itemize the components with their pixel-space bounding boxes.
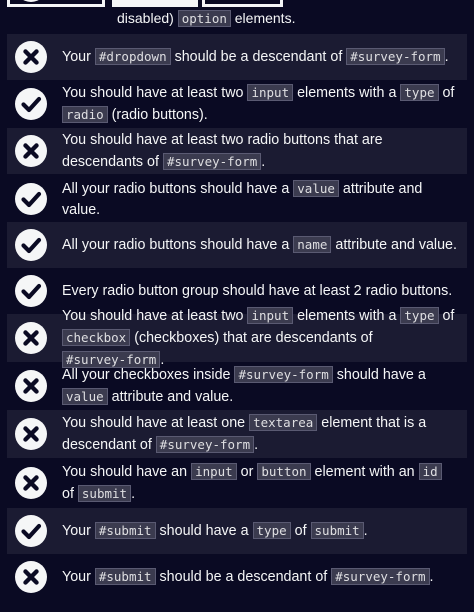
code-snippet: input [191,463,237,480]
test-item-text: You should have an input or button eleme… [62,461,457,505]
test-item-text: All your checkboxes inside #survey-form … [62,366,426,405]
code-snippet: value [293,179,339,197]
test-item-text: Every radio button group should have at … [62,282,453,299]
code-snippet: #survey-form [331,568,430,585]
code-snippet: submit [77,485,132,502]
code-snippet: type [400,84,439,101]
code-snippet: type [252,522,291,539]
check-circle-icon [14,87,48,121]
x-circle-icon [14,40,48,74]
test-item: All your radio buttons should have a val… [7,176,467,222]
test-item: Your #submit should be a descendant of #… [7,554,467,600]
x-circle-icon [14,560,48,594]
test-item-text: All your radio buttons should have a val… [62,179,423,218]
check-circle-icon [14,274,48,308]
code-snippet: #submit [94,568,156,585]
code-snippet: type [400,307,439,324]
test-item: Your #submit should have a type of submi… [7,508,467,554]
code-snippet: radio [62,106,108,123]
code-snippet: #survey-form [346,48,445,65]
x-circle-icon [14,369,48,403]
check-circle-icon [14,228,48,262]
code-snippet: name [293,236,332,253]
test-item-text: All your radio buttons should have a nam… [62,236,457,253]
check-circle-icon [14,182,48,216]
x-circle-icon [14,321,48,355]
test-item-partial: disabled) option elements. [0,0,474,30]
code-snippet: input [247,84,294,101]
test-item: Your #dropdown should be a descendant of… [7,34,467,80]
test-item: You should have at least two input eleme… [7,307,467,368]
test-results-panel: disabled) option elements. Your #dropdow… [0,0,474,612]
test-item-text: You should have at least two radio butto… [62,131,383,170]
test-item: You should have at least one textarea el… [7,410,467,458]
test-item-text: Your #dropdown should be a descendant of… [62,48,449,65]
code-snippet: submit [310,522,364,539]
test-item: You should have an input or button eleme… [7,458,467,508]
test-item-text: Your #submit should have a type of submi… [62,522,368,539]
code-snippet: input [247,307,294,324]
code-snippet: #survey-form [234,366,333,383]
check-circle-icon [14,514,48,548]
code-snippet: textarea [249,414,318,431]
code-snippet: id [418,463,442,480]
test-item: You should have at least two input eleme… [7,80,467,128]
test-item: All your radio buttons should have a nam… [7,222,467,268]
code-snippet: option [177,10,231,27]
x-circle-icon [14,417,48,451]
test-item-text: disabled) option elements. [117,10,296,27]
code-snippet: #survey-form [155,436,255,453]
code-snippet: value [62,388,108,405]
code-snippet: #dropdown [94,48,171,65]
code-snippet: #survey-form [162,152,262,170]
test-item: All your checkboxes inside #survey-form … [7,362,467,410]
code-snippet: #submit [94,522,156,539]
code-snippet: checkbox [62,329,131,346]
code-snippet: button [257,463,311,480]
check-circle-icon [14,0,48,3]
test-item-text: You should have at least two input eleme… [62,84,455,123]
x-circle-icon [14,134,48,168]
x-circle-icon [14,466,48,500]
test-item: You should have at least two radio butto… [7,128,467,174]
test-item-text: You should have at least one textarea el… [62,414,427,453]
test-item-text: Your #submit should be a descendant of #… [62,568,434,585]
